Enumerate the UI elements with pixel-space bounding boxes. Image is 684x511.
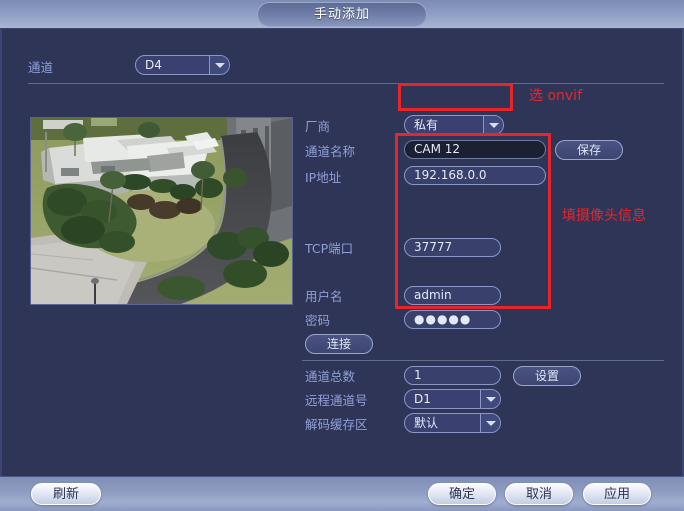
annotation-select-onvif: 选 onvif	[529, 88, 582, 104]
save-button[interactable]: 保存	[555, 140, 623, 160]
channel-label: 通道	[28, 60, 54, 75]
password-label: 密码	[305, 313, 331, 328]
chevron-down-icon[interactable]	[209, 56, 229, 74]
chevron-down-icon[interactable]	[480, 390, 500, 408]
connect-button[interactable]: 连接	[305, 334, 373, 354]
manufacturer-label: 厂商	[305, 119, 331, 134]
ip-address-label: IP地址	[305, 170, 342, 185]
chevron-down-icon[interactable]	[483, 116, 503, 134]
username-label: 用户名	[305, 289, 343, 304]
tcp-port-label: TCP端口	[305, 241, 354, 256]
decode-buffer-value: 默认	[414, 416, 439, 430]
cancel-button[interactable]: 取消	[505, 483, 573, 505]
divider-top	[28, 83, 664, 84]
dialog-body: 通道 D4 厂商 私有 通道名称 CAM 12 保存 IP地址 192.168.…	[0, 29, 684, 476]
channel-select[interactable]: D4	[135, 55, 230, 75]
annotation-fill-camera-info: 填摄像头信息	[562, 208, 646, 224]
remote-channel-value: D1	[414, 392, 431, 406]
total-channels-input[interactable]: 1	[404, 366, 501, 385]
manufacturer-select[interactable]: 私有	[404, 115, 504, 135]
decode-buffer-label: 解码缓存区	[305, 417, 368, 432]
remote-channel-select[interactable]: D1	[404, 389, 501, 409]
divider-middle	[302, 360, 664, 361]
manufacturer-value: 私有	[414, 118, 439, 132]
channel-name-label: 通道名称	[305, 144, 356, 159]
apply-button[interactable]: 应用	[583, 483, 651, 505]
password-input[interactable]: ●●●●●	[404, 310, 501, 329]
ok-button[interactable]: 确定	[428, 483, 496, 505]
annotation-box-manufacturer	[398, 83, 513, 111]
window-title: 手动添加	[257, 2, 427, 27]
camera-preview	[30, 117, 293, 305]
footer-bar: 刷新 确定 取消 应用	[0, 476, 684, 511]
refresh-button[interactable]: 刷新	[31, 483, 101, 505]
chevron-down-icon[interactable]	[480, 414, 500, 432]
total-channels-label: 通道总数	[305, 369, 356, 384]
channel-select-value: D4	[145, 58, 162, 72]
remote-channel-label: 远程通道号	[305, 393, 368, 408]
annotation-box-camera-info	[395, 133, 551, 309]
title-bar: 手动添加	[0, 0, 684, 29]
manual-add-dialog: 手动添加 通道 D4 厂商 私有 通道名称 CAM 12 保存 IP地址 192…	[0, 0, 684, 511]
setup-button[interactable]: 设置	[513, 366, 581, 386]
decode-buffer-select[interactable]: 默认	[404, 413, 501, 433]
